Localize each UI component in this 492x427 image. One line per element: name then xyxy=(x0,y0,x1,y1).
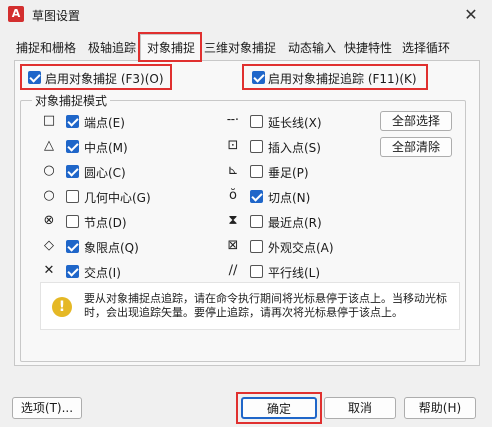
app-icon: A xyxy=(8,6,24,22)
cancel-button[interactable]: 取消 xyxy=(324,397,396,419)
geometric-center-label: 几何中心(G) xyxy=(84,191,151,205)
square-icon: □ xyxy=(42,113,56,128)
tab-quick-properties[interactable]: 快捷特性 xyxy=(342,38,394,60)
intersection-label: 交点(I) xyxy=(84,266,121,280)
ok-button[interactable]: 确定 xyxy=(241,397,317,419)
title-bar: A 草图设置 ✕ xyxy=(0,0,492,30)
apparent-intersection-label: 外观交点(A) xyxy=(268,241,334,255)
tangent-icon: ŏ xyxy=(229,188,237,203)
parallel-checkbox[interactable] xyxy=(250,265,263,278)
extension-checkbox[interactable] xyxy=(250,115,263,128)
circle-icon: ○ xyxy=(43,163,55,178)
nearest-label: 最近点(R) xyxy=(268,216,322,230)
diamond-icon: ◇ xyxy=(44,238,54,253)
hint-text: 要从对象捕捉点追踪，请在命令执行期间将光标悬停于该点上。当移动光标时，会出现追踪… xyxy=(84,292,447,319)
tangent-checkbox[interactable] xyxy=(250,190,263,203)
circle-icon: ○ xyxy=(43,188,55,203)
center-label: 圆心(C) xyxy=(84,166,126,180)
warning-icon: ! xyxy=(52,297,72,317)
help-button[interactable]: 帮助(H) xyxy=(404,397,476,419)
window-title: 草图设置 xyxy=(32,9,81,23)
tab-object-snap[interactable]: 对象捕捉 xyxy=(140,34,203,61)
perpendicular-checkbox[interactable] xyxy=(250,165,263,178)
insertion-checkbox[interactable] xyxy=(250,140,263,153)
node-label: 节点(D) xyxy=(84,216,127,230)
osnap-track-checkbox[interactable] xyxy=(252,71,265,84)
parallel-icon: ∕∕ xyxy=(228,263,238,278)
node-checkbox[interactable] xyxy=(66,215,79,228)
tab-3d-object-snap[interactable]: 三维对象捕捉 xyxy=(202,38,278,60)
midpoint-checkbox[interactable] xyxy=(66,140,79,153)
quadrant-checkbox[interactable] xyxy=(66,240,79,253)
triangle-icon: △ xyxy=(44,138,54,153)
clear-all-button[interactable]: 全部清除 xyxy=(380,137,452,157)
perpendicular-label: 垂足(P) xyxy=(268,166,309,180)
intersection-checkbox[interactable] xyxy=(66,265,79,278)
apparent-intersection-checkbox[interactable] xyxy=(250,240,263,253)
tab-polar-tracking[interactable]: 极轴追踪 xyxy=(86,38,138,60)
tab-selection-cycling[interactable]: 选择循环 xyxy=(400,38,452,60)
extension-label: 延长线(X) xyxy=(268,116,322,130)
select-all-button[interactable]: 全部选择 xyxy=(380,111,452,131)
circle-x-icon: ⊗ xyxy=(43,213,55,228)
tab-dynamic-input[interactable]: 动态输入 xyxy=(286,38,338,60)
quadrant-label: 象限点(Q) xyxy=(84,241,139,255)
hourglass-icon: ⧗ xyxy=(228,213,238,228)
dash-dot-icon: ╌· xyxy=(227,113,239,128)
perpendicular-icon: ⊾ xyxy=(227,163,239,178)
osnap-track-label: 启用对象捕捉追踪 (F11)(K) xyxy=(268,72,417,86)
group-title: 对象捕捉模式 xyxy=(32,92,111,109)
center-checkbox[interactable] xyxy=(66,165,79,178)
endpoint-checkbox[interactable] xyxy=(66,115,79,128)
nearest-checkbox[interactable] xyxy=(250,215,263,228)
parallel-label: 平行线(L) xyxy=(268,266,321,280)
osnap-on-label: 启用对象捕捉 (F3)(O) xyxy=(45,72,164,86)
osnap-on-checkbox[interactable] xyxy=(28,71,41,84)
insertion-label: 插入点(S) xyxy=(268,141,321,155)
box-x-icon: ⊠ xyxy=(227,238,239,253)
midpoint-label: 中点(M) xyxy=(84,141,128,155)
tangent-label: 切点(N) xyxy=(268,191,311,205)
geometric-center-checkbox[interactable] xyxy=(66,190,79,203)
x-icon: ✕ xyxy=(43,263,55,278)
insert-icon: ⊡ xyxy=(227,138,239,153)
tab-snap-grid[interactable]: 捕捉和栅格 xyxy=(14,38,78,60)
options-button[interactable]: 选项(T)... xyxy=(12,397,82,419)
close-icon[interactable]: ✕ xyxy=(460,4,482,26)
endpoint-label: 端点(E) xyxy=(84,116,125,130)
